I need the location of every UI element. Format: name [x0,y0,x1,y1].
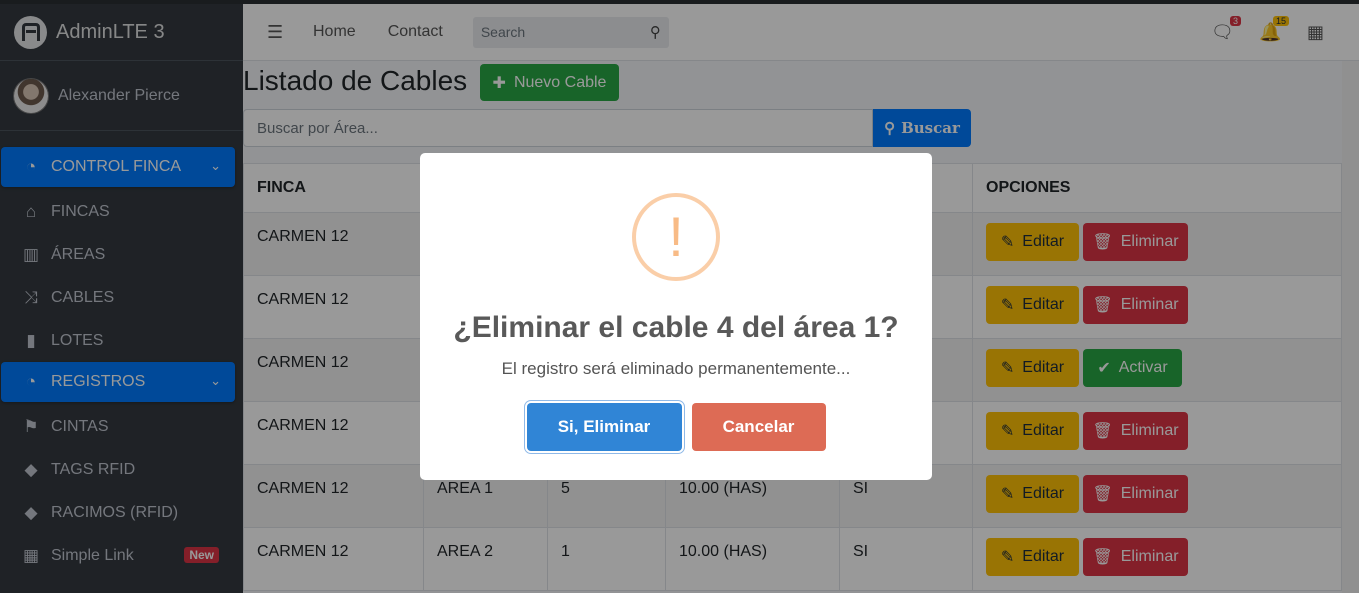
dialog-text: El registro será eliminado permanentemen… [501,359,851,378]
cancel-button[interactable]: Cancelar [691,403,826,451]
warning-icon: ! [632,193,720,281]
confirm-dialog: ! ¿Eliminar el cable 4 del área 1? El re… [420,153,932,480]
confirm-delete-button[interactable]: Si, Eliminar [526,403,682,451]
dialog-title: ¿Eliminar el cable 4 del área 1? [453,311,899,344]
